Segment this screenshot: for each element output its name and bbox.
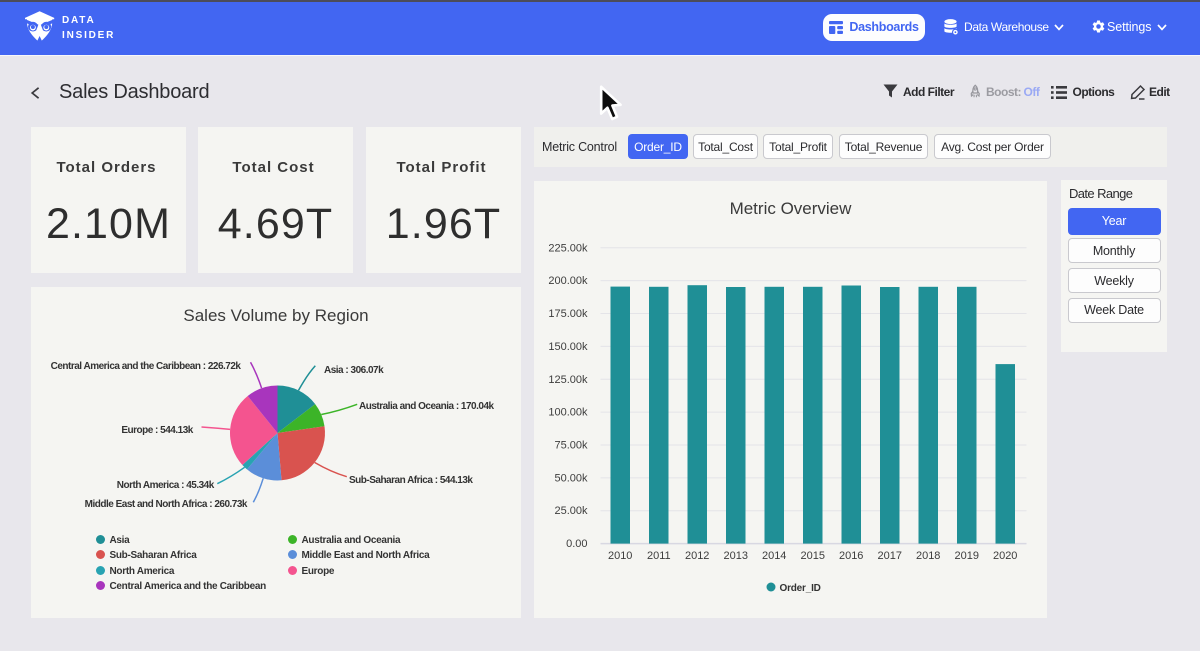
svg-text:2012: 2012 — [685, 550, 709, 562]
svg-text:100.00k: 100.00k — [548, 407, 588, 419]
svg-text:50.00k: 50.00k — [554, 472, 588, 484]
svg-text:2019: 2019 — [955, 550, 979, 562]
svg-text:225.00k: 225.00k — [548, 242, 588, 254]
svg-text:Order_ID: Order_ID — [780, 583, 821, 594]
svg-text:175.00k: 175.00k — [548, 308, 588, 320]
svg-text:2011: 2011 — [647, 550, 671, 562]
svg-text:2014: 2014 — [762, 550, 786, 562]
svg-text:2013: 2013 — [724, 550, 748, 562]
svg-text:2015: 2015 — [801, 550, 825, 562]
svg-text:2017: 2017 — [878, 550, 902, 562]
svg-text:2010: 2010 — [608, 550, 632, 562]
svg-text:75.00k: 75.00k — [554, 440, 588, 452]
svg-text:2020: 2020 — [993, 550, 1017, 562]
svg-text:0.00: 0.00 — [566, 538, 587, 550]
svg-text:200.00k: 200.00k — [548, 275, 588, 287]
svg-text:125.00k: 125.00k — [548, 374, 588, 386]
svg-text:2018: 2018 — [916, 550, 940, 562]
svg-text:2016: 2016 — [839, 550, 863, 562]
svg-text:150.00k: 150.00k — [548, 341, 588, 353]
svg-text:25.00k: 25.00k — [554, 505, 588, 517]
